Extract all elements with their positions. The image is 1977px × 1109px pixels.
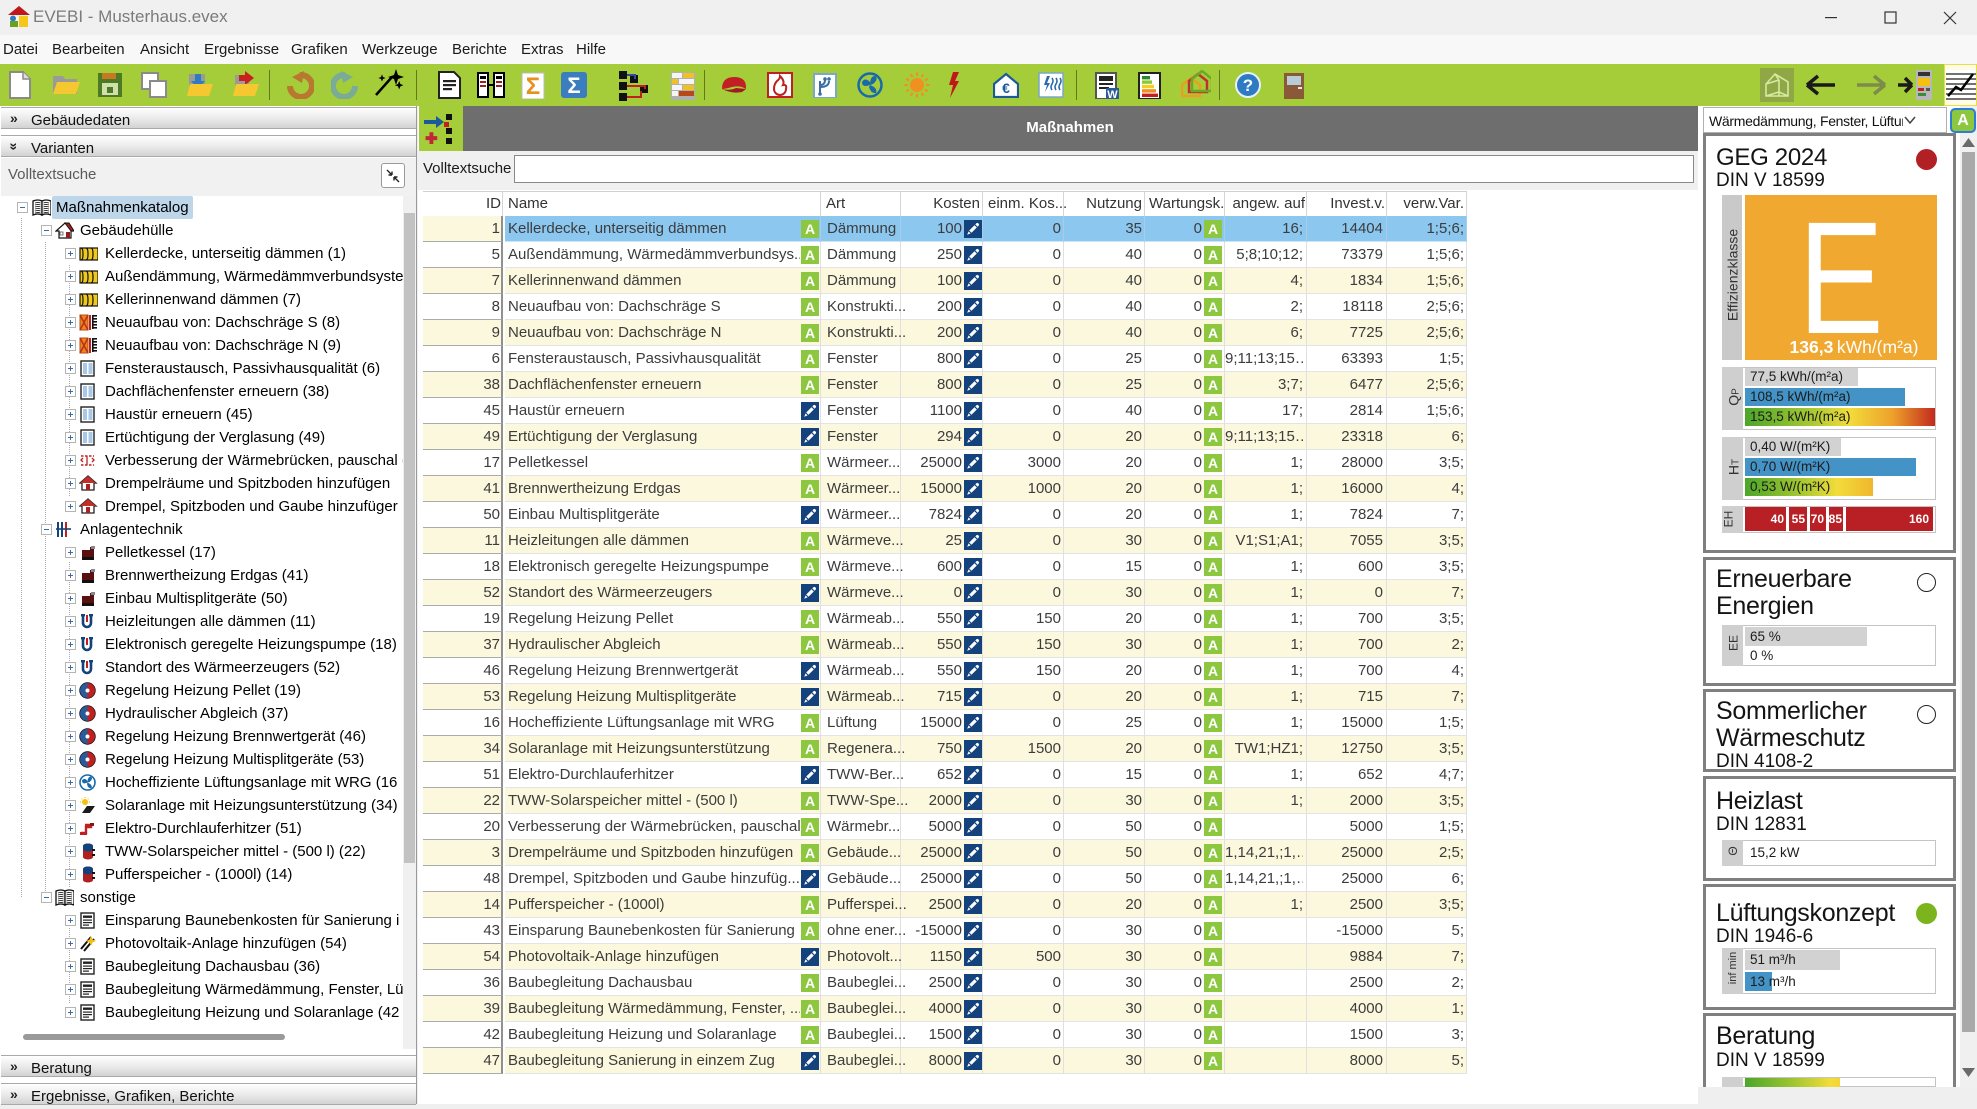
svg-text:Σ: Σ <box>526 73 540 99</box>
svg-text:?: ? <box>1243 76 1253 95</box>
svg-text:€: € <box>1002 80 1010 96</box>
svg-text:W: W <box>1107 89 1118 99</box>
svg-text:Σ: Σ <box>567 73 580 98</box>
